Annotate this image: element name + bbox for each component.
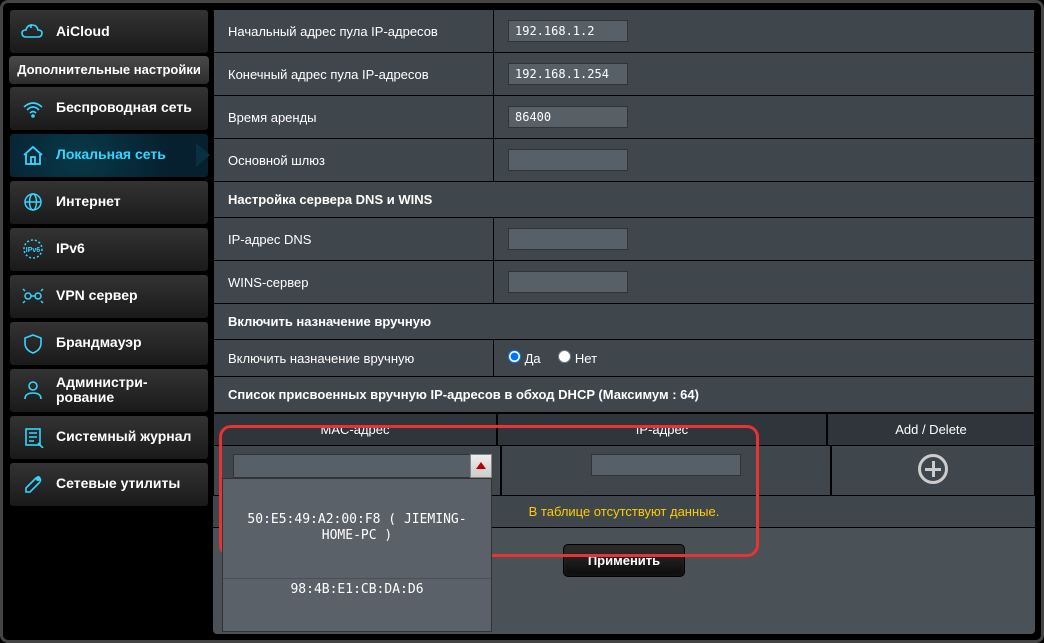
sidebar: AiCloud Дополнительные настройки Беспров… bbox=[9, 9, 209, 634]
sidebar-item-firewall[interactable]: Брандмауэр bbox=[9, 321, 209, 366]
svg-text:IPv6: IPv6 bbox=[26, 247, 41, 254]
mac-combo: 50:E5:49:A2:00:F8 ( JIEMING-HOME-PC ) 98… bbox=[222, 454, 492, 478]
mac-input[interactable] bbox=[233, 454, 481, 478]
sidebar-item-wan[interactable]: Интернет bbox=[9, 180, 209, 225]
main-content: Начальный адрес пула IP-адресов Конечный… bbox=[213, 9, 1035, 634]
sidebar-item-aicloud[interactable]: AiCloud bbox=[9, 9, 209, 54]
vpn-icon bbox=[20, 283, 46, 309]
shield-icon bbox=[20, 330, 46, 356]
wins-label: WINS-сервер bbox=[214, 261, 494, 304]
mac-option[interactable]: 98:4B:E1:CB:DA:D6 bbox=[223, 578, 491, 601]
sidebar-label: Администри- рование bbox=[56, 375, 148, 406]
sidebar-label: VPN сервер bbox=[56, 288, 138, 303]
manual-toggle-label: Включить назначение вручную bbox=[214, 340, 494, 377]
apply-button[interactable]: Применить bbox=[563, 544, 685, 577]
manual-section-title: Включить назначение вручную bbox=[214, 304, 1035, 340]
log-icon bbox=[20, 424, 46, 450]
dns-label: IP-адрес DNS bbox=[214, 218, 494, 261]
sidebar-label: Брандмауэр bbox=[56, 335, 142, 350]
list-input-row: 50:E5:49:A2:00:F8 ( JIEMING-HOME-PC ) 98… bbox=[213, 446, 1035, 496]
pool-start-label: Начальный адрес пула IP-адресов bbox=[214, 10, 494, 53]
globe-icon bbox=[20, 189, 46, 215]
pool-start-input[interactable] bbox=[508, 20, 628, 42]
person-icon bbox=[20, 377, 46, 403]
dns-section-title: Настройка сервера DNS и WINS bbox=[214, 182, 1035, 218]
sidebar-label: Беспроводная сеть bbox=[56, 100, 192, 115]
mac-dropdown-list: 50:E5:49:A2:00:F8 ( JIEMING-HOME-PC ) 98… bbox=[222, 478, 492, 632]
wrench-icon bbox=[20, 471, 46, 497]
home-icon bbox=[20, 142, 46, 168]
sidebar-label: IPv6 bbox=[56, 241, 85, 256]
col-ip-header: IP-адрес bbox=[497, 413, 827, 446]
mac-option[interactable]: 50:E5:49:A2:00:F8 ( JIEMING-HOME-PC ) bbox=[223, 509, 491, 548]
sidebar-item-syslog[interactable]: Системный журнал bbox=[9, 415, 209, 460]
dns-input[interactable] bbox=[508, 228, 628, 250]
sidebar-label: Сетевые утилиты bbox=[56, 476, 180, 491]
sidebar-label: Интернет bbox=[56, 194, 121, 209]
add-button[interactable] bbox=[918, 454, 948, 484]
dhcp-form: Начальный адрес пула IP-адресов Конечный… bbox=[213, 9, 1035, 413]
sidebar-section-header: Дополнительные настройки bbox=[9, 56, 209, 84]
wins-input[interactable] bbox=[508, 271, 628, 293]
sidebar-item-nettools[interactable]: Сетевые утилиты bbox=[9, 462, 209, 507]
lease-input[interactable] bbox=[508, 106, 628, 128]
cloud-icon bbox=[20, 19, 46, 45]
ipv6-icon: IPv6 bbox=[20, 236, 46, 262]
ip-input[interactable] bbox=[591, 454, 741, 476]
sidebar-item-vpn[interactable]: VPN сервер bbox=[9, 274, 209, 319]
sidebar-item-lan[interactable]: Локальная сеть bbox=[9, 133, 209, 178]
sidebar-label: Системный журнал bbox=[56, 429, 191, 444]
lease-label: Время аренды bbox=[214, 96, 494, 139]
wifi-icon bbox=[20, 95, 46, 121]
col-add-header: Add / Delete bbox=[827, 413, 1035, 446]
gateway-label: Основной шлюз bbox=[214, 139, 494, 182]
sidebar-label: AiCloud bbox=[56, 24, 110, 39]
pool-end-label: Конечный адрес пула IP-адресов bbox=[214, 53, 494, 96]
pool-end-input[interactable] bbox=[508, 63, 628, 85]
mac-dropdown-arrow[interactable] bbox=[470, 454, 492, 478]
col-mac-header: MAC-адрес bbox=[213, 413, 497, 446]
list-section-title: Список присвоенных вручную IP-адресов в … bbox=[214, 377, 1035, 413]
sidebar-item-admin[interactable]: Администри- рование bbox=[9, 368, 209, 413]
manual-yes-radio[interactable]: Да bbox=[508, 351, 541, 366]
list-header: MAC-адрес IP-адрес Add / Delete bbox=[213, 413, 1035, 446]
sidebar-label: Локальная сеть bbox=[56, 147, 166, 162]
sidebar-item-wireless[interactable]: Беспроводная сеть bbox=[9, 86, 209, 131]
manual-no-radio[interactable]: Нет bbox=[558, 351, 597, 366]
gateway-input[interactable] bbox=[508, 149, 628, 171]
sidebar-item-ipv6[interactable]: IPv6 IPv6 bbox=[9, 227, 209, 272]
